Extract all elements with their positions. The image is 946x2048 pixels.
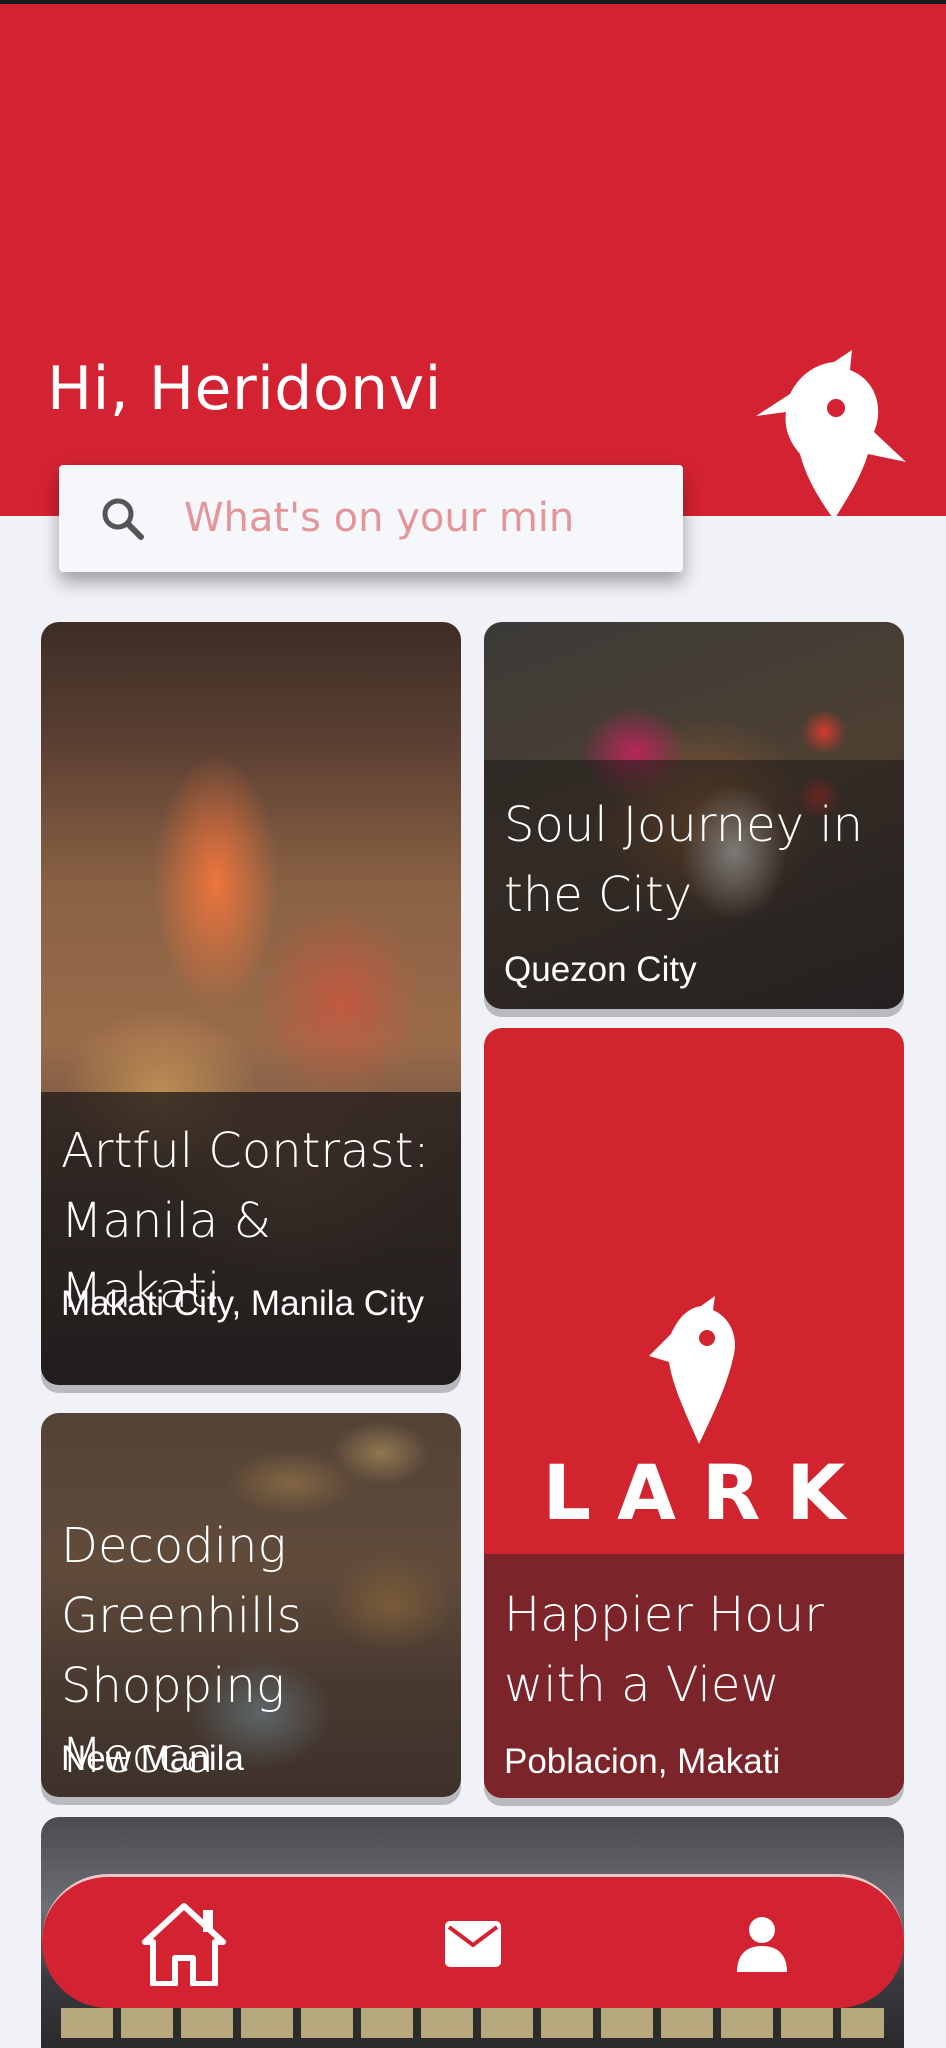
- card-image-detail: [61, 2008, 884, 2038]
- lark-bird-pin-icon: [756, 350, 906, 520]
- greeting-title: Hi, Heridonvi: [47, 354, 442, 424]
- trip-card-soul-journey[interactable]: Soul Journey in the City Quezon City: [484, 622, 904, 1009]
- trip-card-happier-hour[interactable]: LARK Happier Hour with a View Poblacion,…: [484, 1028, 904, 1798]
- card-location: Poblacion, Makati: [504, 1742, 781, 1781]
- card-location: Makati City, Manila City: [61, 1284, 425, 1323]
- trip-card-artful-contrast[interactable]: Artful Contrast: Manila & Makati Makati …: [41, 622, 461, 1385]
- nav-profile-button[interactable]: [692, 1877, 832, 2011]
- card-location: Quezon City: [504, 950, 697, 989]
- lark-bird-pin-icon: [649, 1296, 735, 1444]
- search-icon: [102, 498, 144, 540]
- card-title: Soul Journey in the City: [504, 797, 864, 923]
- bottom-nav-bar: [42, 1874, 904, 2008]
- header: Hi, Heridonvi: [0, 4, 946, 520]
- profile-icon: [737, 1917, 787, 1972]
- home-icon: [142, 1903, 226, 1986]
- nav-mail-button[interactable]: [403, 1877, 543, 2011]
- search-bar[interactable]: [59, 465, 683, 572]
- lark-wordmark: LARK: [542, 1448, 872, 1537]
- mail-icon: [445, 1921, 501, 1967]
- card-title: Happier Hour with a View: [504, 1587, 824, 1713]
- trip-card-decoding-greenhills[interactable]: Decoding Greenhills Shopping Mecca New M…: [41, 1413, 461, 1797]
- card-location: New Manila: [61, 1739, 244, 1778]
- nav-home-button[interactable]: [114, 1877, 254, 2011]
- search-input[interactable]: [184, 487, 654, 549]
